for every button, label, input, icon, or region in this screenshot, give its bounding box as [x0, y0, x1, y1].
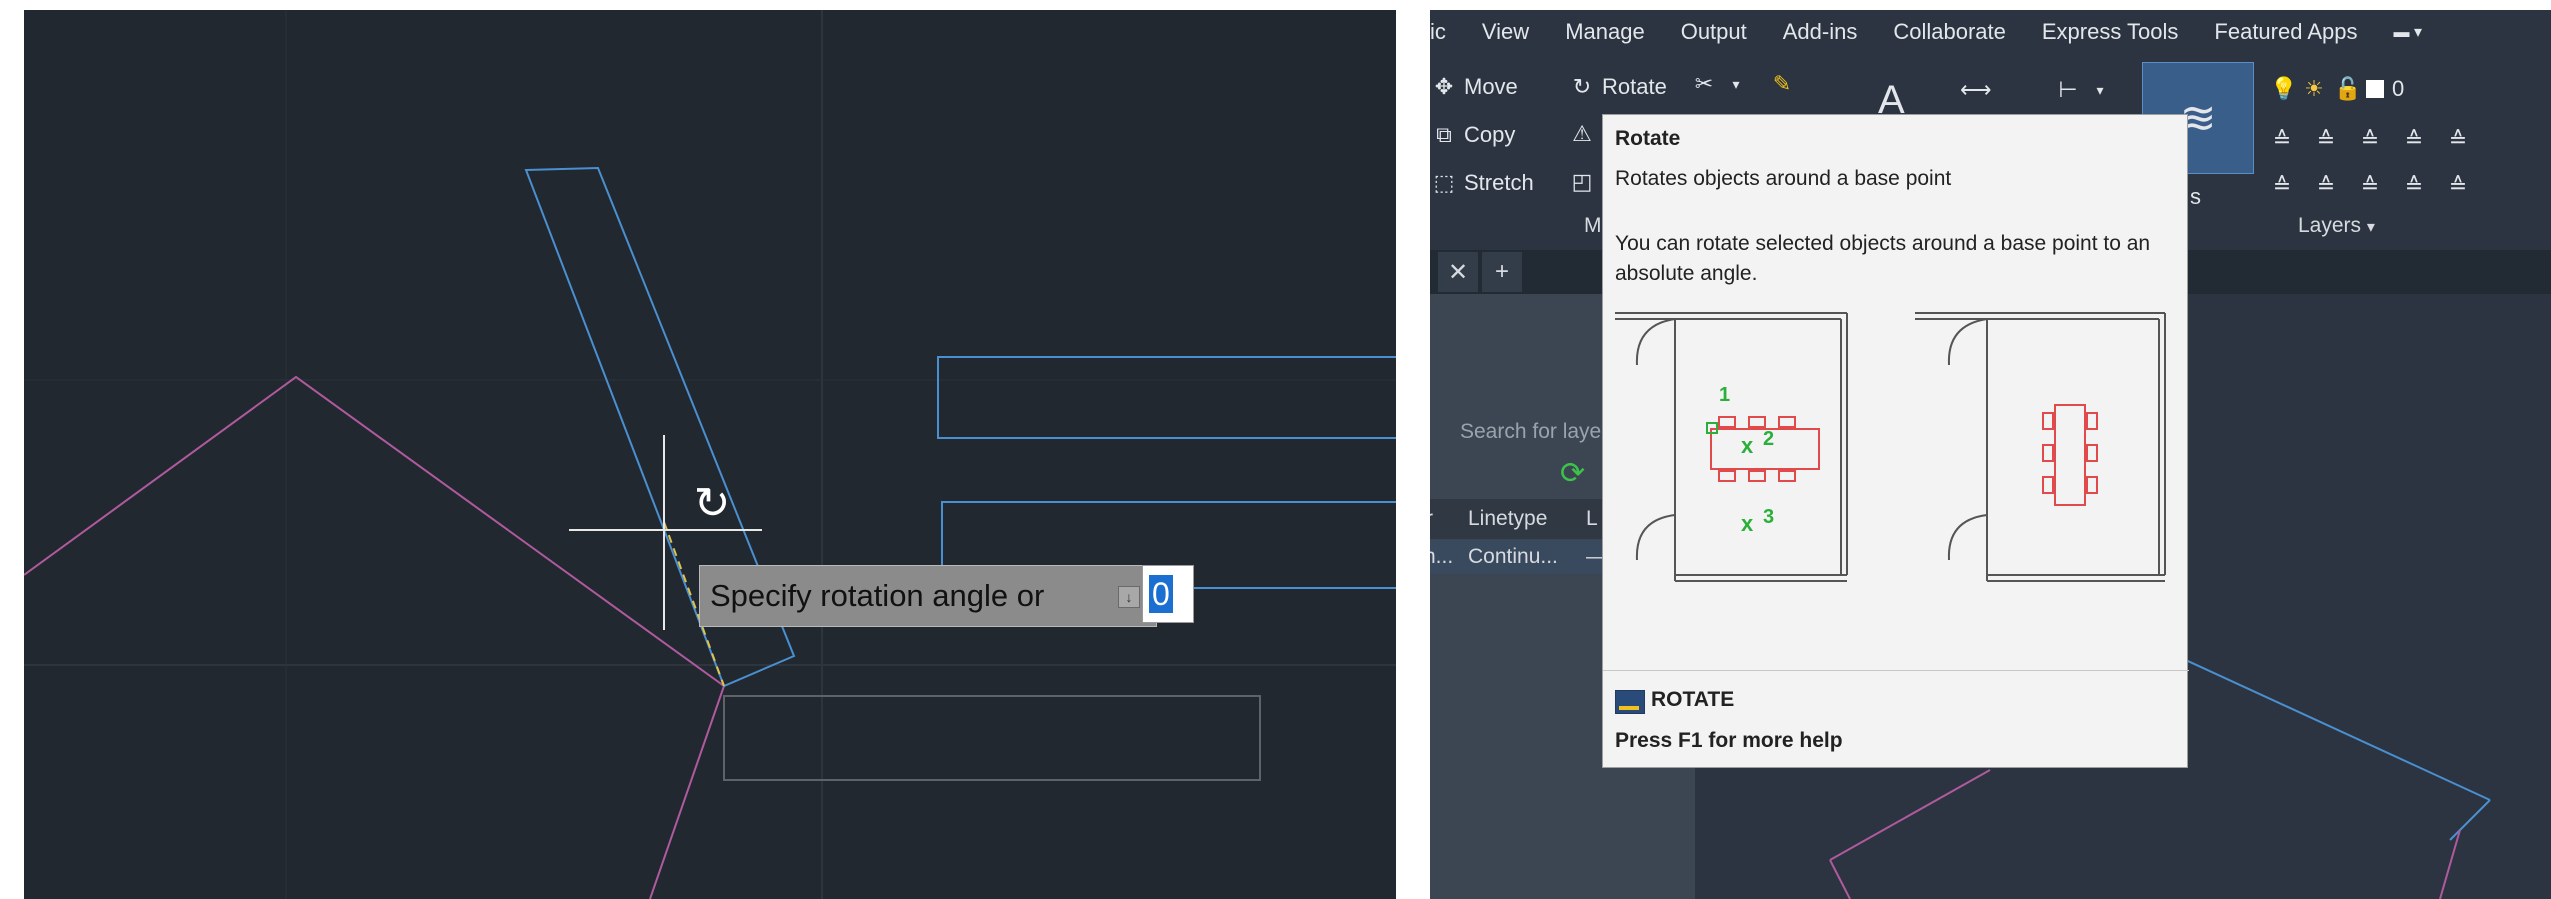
prompt-text: Specify rotation angle or [710, 578, 1045, 613]
layer-tool-icon[interactable]: ≙ [2402, 128, 2426, 152]
drawing-canvas[interactable]: ↻ Specify rotation angle or ↓ 0 [24, 10, 1396, 899]
point-label-1: 1 [1719, 384, 1730, 406]
trim-button[interactable]: ✂ ▾ [1692, 72, 1748, 96]
point-label-3: 3 [1763, 506, 1774, 528]
lock-icon: 🔓 [2334, 76, 2362, 101]
stretch-icon: ⬚ [1433, 170, 1455, 195]
pencil-icon: ✎ [1772, 71, 1792, 96]
magenta-polyline [24, 375, 726, 899]
layers-partial-label: s [2190, 184, 2201, 209]
point-label-2: 2 [1763, 428, 1774, 450]
move-button[interactable]: ✥ Move [1432, 74, 1518, 100]
blue-rectangle-top [937, 356, 1396, 439]
layer-tool-icon[interactable]: ≙ [2358, 174, 2382, 198]
layer-dropdown[interactable]: 💡 ☀ 🔓 0 [2270, 76, 2404, 102]
chevron-down-icon: ▾ [2366, 219, 2375, 236]
column-header-linetype[interactable]: Linetype [1468, 507, 1547, 531]
scissors-icon: ✂ [1694, 71, 1714, 96]
rotate-button[interactable]: ↻ Rotate [1570, 74, 1667, 100]
tab-featured-apps[interactable]: Featured Apps [2214, 19, 2357, 45]
column-header[interactable]: r [1430, 507, 1433, 531]
dynamic-input-prompt: Specify rotation angle or ↓ [699, 565, 1157, 627]
tooltip-summary: Rotates objects around a base point [1615, 167, 1952, 190]
refresh-icon[interactable]: ⟳ [1560, 456, 1585, 491]
rotation-angle-input[interactable]: 0 [1142, 565, 1194, 623]
layer-tool-icon[interactable]: ≙ [2270, 128, 2294, 152]
close-tab-button[interactable]: ✕ [1438, 252, 1478, 292]
layer-tool-icon[interactable]: ≙ [2314, 174, 2338, 198]
layers-panel-title[interactable]: Layers ▾ [2298, 214, 2375, 238]
tab-manage[interactable]: Manage [1565, 19, 1645, 45]
tooltip-divider [1603, 670, 2189, 671]
tab-express-tools[interactable]: Express Tools [2042, 19, 2179, 45]
scale-icon: ◰ [1571, 169, 1593, 194]
mirror-button[interactable]: ⚠ [1570, 122, 1594, 146]
linear-dimension-icon: ⊢ [2058, 77, 2078, 102]
layer-search-input[interactable]: Search for laye [1460, 420, 1601, 444]
dimension-icon: ⟷ [1960, 77, 1992, 102]
point-mark: x [1741, 511, 1754, 536]
arrow-down-icon[interactable]: ↓ [1118, 586, 1140, 608]
command-line-icon [1615, 690, 1645, 714]
copy-icon: ⧉ [1436, 122, 1452, 147]
rotate-illustration: 1 x 2 x 3 [1615, 312, 2166, 582]
mirror-icon: ⚠ [1572, 121, 1592, 146]
close-icon: ✕ [1447, 258, 1469, 286]
tooltip-title: Rotate [1615, 127, 1681, 150]
layer-tool-icon[interactable]: ≙ [2446, 128, 2470, 152]
angle-value[interactable]: 0 [1149, 575, 1173, 613]
scale-button[interactable]: ◰ [1570, 170, 1594, 194]
rotate-tooltip: Rotate Rotates objects around a base poi… [1602, 114, 2189, 768]
chevron-down-icon: ▾ [1732, 76, 1740, 92]
layer-tool-icon[interactable]: ≙ [2270, 174, 2294, 198]
ribbon-tab-bar: ic View Manage Output Add-ins Collaborat… [1430, 10, 2551, 54]
tab-view[interactable]: View [1482, 19, 1529, 45]
copy-button[interactable]: ⧉ Copy [1432, 122, 1515, 148]
layer-tool-icon[interactable]: ≙ [2402, 174, 2426, 198]
chevron-down-icon: ▾ [2096, 82, 2104, 98]
gray-rectangle [723, 695, 1261, 781]
column-header[interactable]: L [1586, 507, 1598, 531]
table-cell: n... [1430, 545, 1454, 568]
layer-tool-icon[interactable]: ≙ [2314, 128, 2338, 152]
dimension-button[interactable]: ⟷ [1960, 77, 1992, 102]
layer-tool-icon[interactable]: ≙ [2358, 128, 2382, 152]
color-swatch-icon [2366, 80, 2384, 98]
tooltip-command: ROTATE [1651, 688, 1735, 711]
layer-tools-row-2: ≙ ≙ ≙ ≙ ≙ [2270, 174, 2470, 198]
new-tab-button[interactable]: + [1482, 252, 1522, 292]
table-cell-linetype: Continu... [1468, 545, 1558, 568]
current-layer-name: 0 [2392, 76, 2405, 101]
rotate-icon: ↻ [1572, 74, 1592, 99]
stretch-button[interactable]: ⬚ Stretch [1432, 170, 1534, 196]
bulb-icon: 💡 [2270, 76, 2298, 101]
workspace-dropdown-icon[interactable]: ▬ ▾ [2394, 22, 2422, 42]
tab-partial[interactable]: ic [1430, 19, 1446, 45]
drawing-geometry [24, 10, 1396, 899]
plus-icon: + [1494, 258, 1509, 285]
erase-button[interactable]: ✎ [1770, 72, 1794, 96]
tab-output[interactable]: Output [1681, 19, 1747, 45]
layer-tools-row-1: ≙ ≙ ≙ ≙ ≙ [2270, 128, 2470, 152]
tooltip-help: Press F1 for more help [1615, 729, 1843, 752]
tab-collaborate[interactable]: Collaborate [1893, 19, 2006, 45]
rotate-cursor-icon: ↻ [693, 479, 731, 528]
linear-dimension-button[interactable]: ⊢ ▾ [2056, 78, 2112, 102]
sun-icon: ☀ [2304, 76, 2324, 101]
point-mark: x [1741, 433, 1754, 458]
tab-add-ins[interactable]: Add-ins [1783, 19, 1858, 45]
layer-tool-icon[interactable]: ≙ [2446, 174, 2470, 198]
tooltip-detail: You can rotate selected objects around a… [1615, 232, 2151, 285]
move-icon: ✥ [1434, 74, 1454, 99]
